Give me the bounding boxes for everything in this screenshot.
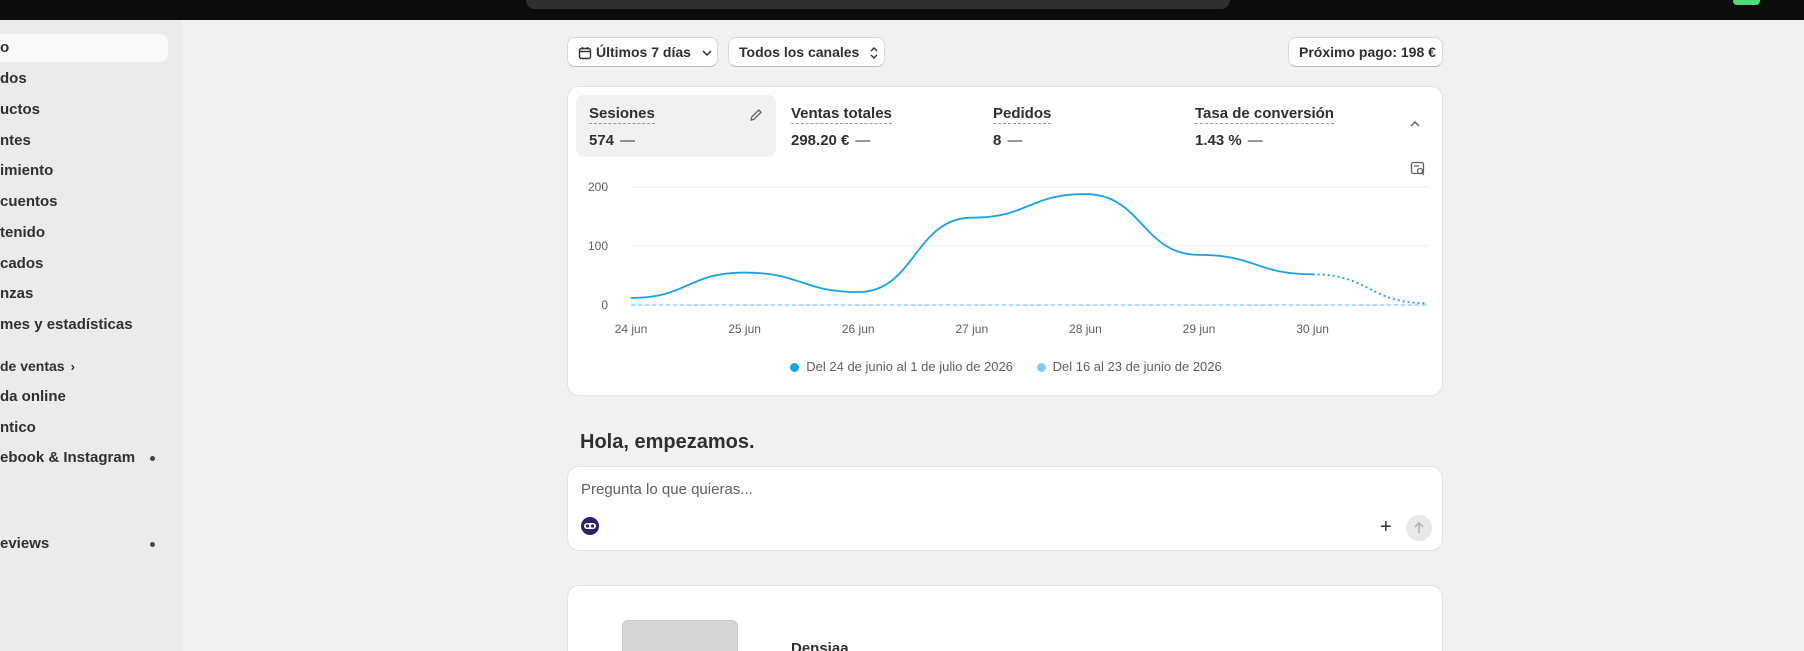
assistant-greeting: Hola, empezamos. [580, 431, 755, 453]
assistant-prompt-input[interactable] [581, 481, 1421, 498]
sidebar-item-productos[interactable]: uctos [0, 96, 168, 124]
sidebar-item-clientes[interactable]: ntes [0, 127, 168, 155]
selector-icon [870, 47, 878, 60]
y-tick-label: 0 [601, 298, 608, 312]
sidebar-item-tienda-online[interactable]: da online [0, 383, 168, 411]
channel-select[interactable]: Todos los canales [728, 37, 885, 67]
sidebar-item-inicio[interactable]: o [0, 34, 168, 62]
analytics-card: Sesiones 574— Ventas totales 298.20 € — P… [567, 86, 1443, 396]
product-card: Densiaa [567, 585, 1443, 651]
product-name[interactable]: Densiaa [791, 640, 849, 651]
sidebar-item-pedidos[interactable]: dos [0, 65, 168, 93]
assistant-prompt-card: + [567, 466, 1443, 551]
add-attachment-button[interactable]: + [1380, 517, 1392, 537]
sidebar-item-reviews[interactable]: eviews [0, 530, 168, 558]
sidebar-item-contenido[interactable]: tenido [0, 219, 168, 247]
send-button[interactable] [1406, 515, 1432, 541]
notification-dot [150, 456, 155, 461]
chevron-down-icon [702, 50, 712, 57]
legend-item-previous: Del 16 al 23 de junio de 2026 [1036, 359, 1222, 374]
next-payment-button[interactable]: Próximo pago: 198 € [1288, 37, 1443, 67]
sidebar-item-marketing[interactable]: imiento [0, 157, 168, 185]
chevron-right-icon: › [70, 359, 75, 374]
assistant-bot-icon[interactable] [580, 516, 600, 536]
x-tick-label: 26 jun [842, 322, 875, 336]
arrow-up-icon [1414, 521, 1424, 533]
legend-swatch [1036, 363, 1046, 372]
series-line-current-projection [1312, 273, 1427, 305]
y-tick-label: 100 [588, 239, 608, 253]
x-tick-label: 29 jun [1183, 322, 1216, 336]
global-search-bar[interactable] [526, 0, 1230, 9]
sidebar-item-canales-de-ventas[interactable]: de ventas › [0, 352, 168, 380]
sidebar-item-informes[interactable]: mes y estadísticas [0, 311, 168, 339]
sidebar-item-finanzas[interactable]: nzas [0, 280, 168, 308]
product-thumbnail[interactable] [622, 620, 738, 651]
notification-dot [150, 542, 155, 547]
x-tick-label: 24 jun [615, 322, 648, 336]
x-tick-label: 28 jun [1069, 322, 1102, 336]
store-avatar[interactable] [1733, 0, 1760, 5]
sidebar-item-mercados[interactable]: cados [0, 250, 168, 278]
sidebar-item-facebook-instagram[interactable]: ebook & Instagram [0, 444, 168, 472]
sidebar: o dos uctos ntes imiento cuentos tenido … [0, 20, 182, 651]
sessions-line-chart: 0 100 200 24 jun 25 jun 26 jun 27 jun 28 jun 29 … [588, 180, 1428, 336]
sidebar-item-automatico[interactable]: ntico [0, 414, 168, 442]
x-tick-label: 25 jun [728, 322, 761, 336]
y-tick-label: 200 [588, 180, 608, 194]
sidebar-item-descuentos[interactable]: cuentos [0, 188, 168, 216]
x-tick-label: 27 jun [955, 322, 988, 336]
calendar-icon [578, 47, 592, 60]
top-bar [0, 0, 1804, 20]
x-tick-label: 30 jun [1296, 322, 1329, 336]
legend-item-current: Del 24 de junio al 1 de julio de 2026 [790, 359, 1013, 374]
chart-legend: Del 24 de junio al 1 de julio de 2026 De… [568, 359, 1444, 374]
legend-swatch [790, 363, 800, 372]
date-range-button[interactable]: Últimos 7 días [567, 37, 718, 67]
